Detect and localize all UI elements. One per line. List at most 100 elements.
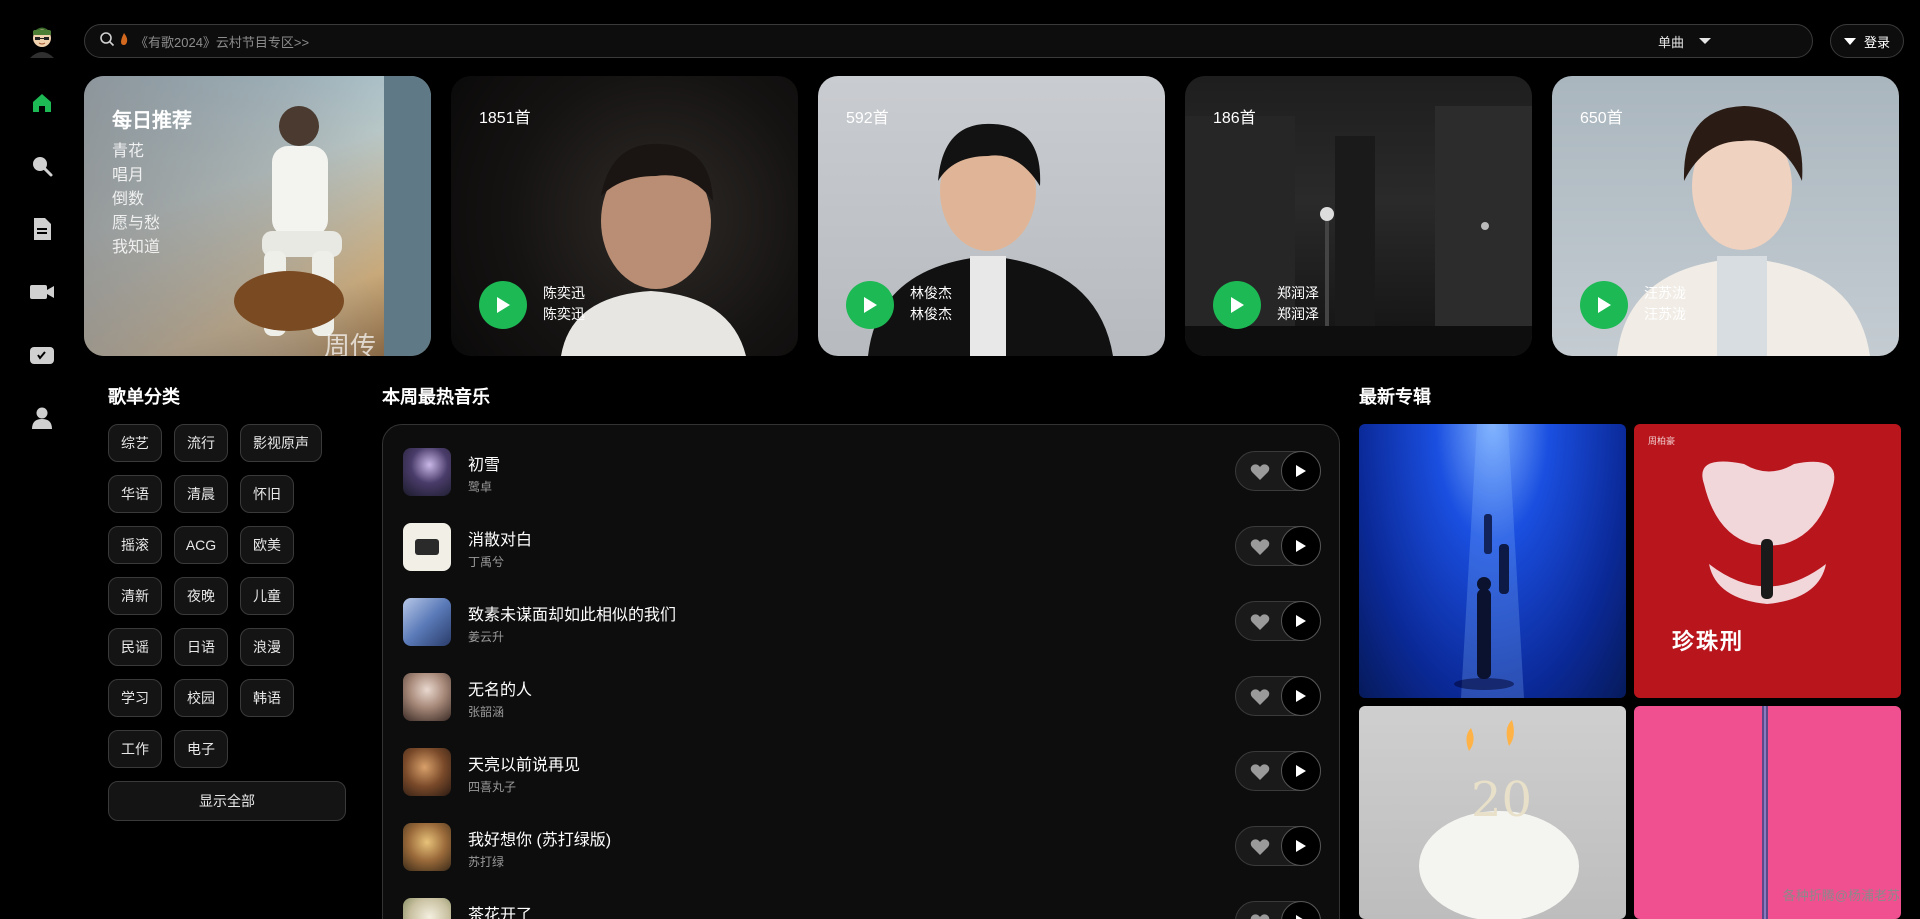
heart-icon[interactable] [1250,837,1270,857]
category-tag[interactable]: 华语 [108,475,162,513]
category-tag[interactable]: 怀旧 [240,475,294,513]
play-button[interactable] [1580,281,1628,329]
home-icon[interactable] [27,88,57,118]
category-tag[interactable]: 流行 [174,424,228,462]
artist-card[interactable]: 1851首 陈奕迅 陈奕迅 [451,76,798,356]
artist-card[interactable]: 650首 汪苏泷 汪苏泷 [1552,76,1899,356]
album-small-text: 周柏豪 [1648,436,1676,446]
song-artist: 张韶涵 [468,705,505,719]
daily-song: 青花 [112,143,145,160]
search-icon[interactable] [27,151,57,181]
heart-icon[interactable] [1250,762,1270,782]
album-art [1702,461,1835,604]
play-button[interactable] [1281,601,1321,641]
play-button[interactable] [1281,901,1321,919]
heart-icon[interactable] [1250,912,1270,919]
song-cover [403,673,451,721]
song-count: 1851首 [479,110,531,127]
song-title: 初雪 [468,457,501,474]
song-count: 592首 [846,110,889,127]
video-icon[interactable] [27,277,57,307]
category-tag[interactable]: 综艺 [108,424,162,462]
artist-name: 郑润泽 [1277,306,1319,322]
artist-card[interactable]: 592首 林俊杰 林俊杰 [818,76,1165,356]
song-actions [1235,676,1321,716]
song-row[interactable]: 初雪 鹭卓 [403,441,1321,501]
heart-icon[interactable] [1250,612,1270,632]
category-tag[interactable]: 校园 [174,679,228,717]
daily-song: 我知道 [112,239,161,256]
show-all-button[interactable]: 显示全部 [108,781,346,821]
profile-icon[interactable] [27,403,57,433]
radio-icon[interactable] [27,340,57,370]
song-row[interactable]: 无名的人 张韶涵 [403,666,1321,726]
category-tag[interactable]: 浪漫 [240,628,294,666]
song-row[interactable]: 致素未谋面却如此相似的我们 姜云升 [403,591,1321,651]
song-cover [403,823,451,871]
albums-title: 最新专辑 [1359,387,1431,407]
song-title: 致素未谋面却如此相似的我们 [468,607,677,624]
category-tag[interactable]: 韩语 [240,679,294,717]
album-art: 20 [1419,720,1579,919]
category-tag[interactable]: 学习 [108,679,162,717]
heart-icon[interactable] [1250,537,1270,557]
watermark: 各种折腾@杨浦老苏 [1782,888,1900,903]
song-cover [403,748,451,796]
category-tag[interactable]: 日语 [174,628,228,666]
login-button[interactable]: 登录 [1830,24,1904,58]
song-artist: 四喜丸子 [468,780,517,794]
song-row[interactable]: 我好想你 (苏打绿版) 苏打绿 [403,816,1321,876]
play-button[interactable] [1281,676,1321,716]
daily-song-list: 青花 唱月 倒数 愿与愁 我知道 [112,140,160,260]
album-cover[interactable]: 周柏豪 珍珠刑 [1634,424,1901,698]
user-avatar[interactable] [26,24,58,60]
song-actions [1235,526,1321,566]
category-tag[interactable]: 电子 [174,730,228,768]
category-tag[interactable]: ACG [174,526,228,564]
heart-icon[interactable] [1250,462,1270,482]
artist-card[interactable]: 186首 郑润泽 郑润泽 [1185,76,1532,356]
daily-song: 唱月 [112,167,145,184]
search-bar[interactable]: 《有歌2024》云村节目专区>> 单曲 [84,24,1813,58]
category-tag[interactable]: 清晨 [174,475,228,513]
album-name: 珍珠刑 [1672,629,1745,654]
play-button[interactable] [1281,751,1321,791]
category-tag[interactable]: 民谣 [108,628,162,666]
category-tag[interactable]: 摇滚 [108,526,162,564]
sidebar [0,0,84,919]
song-row[interactable]: 消散对白 丁禹兮 [403,516,1321,576]
play-button[interactable] [1281,526,1321,566]
search-type-select[interactable]: 单曲 [1658,25,1712,57]
play-button[interactable] [1281,451,1321,491]
play-button[interactable] [479,281,527,329]
login-label: 登录 [1863,34,1890,50]
playlist-icon[interactable] [27,214,57,244]
song-row[interactable]: 茶花开了 [403,891,1321,919]
play-button[interactable] [846,281,894,329]
song-title: 天亮以前说再见 [468,757,581,774]
chevron-down-icon [1843,34,1856,49]
artist-name: 陈奕迅 [543,306,585,322]
category-tag[interactable]: 儿童 [240,577,294,615]
album-cover[interactable] [1359,424,1626,698]
artist-name: 陈奕迅 [543,285,585,301]
song-title: 我好想你 (苏打绿版) [468,832,612,849]
search-type-label: 单曲 [1657,34,1684,50]
search-placeholder: 《有歌2024》云村节目专区>> [135,34,310,50]
song-artist: 鹭卓 [468,480,493,494]
album-art [1454,424,1524,698]
song-actions [1235,901,1321,919]
category-tag[interactable]: 影视原声 [240,424,322,462]
category-tag[interactable]: 清新 [108,577,162,615]
song-cover [403,523,451,571]
play-button[interactable] [1281,826,1321,866]
daily-recommend-card[interactable]: 周传 每日推荐 青花 唱月 倒数 愿与愁 我知道 [84,76,431,356]
album-cover[interactable]: 20 [1359,706,1626,919]
song-row[interactable]: 天亮以前说再见 四喜丸子 [403,741,1321,801]
play-button[interactable] [1213,281,1261,329]
song-cover [403,448,451,496]
category-tag[interactable]: 欧美 [240,526,294,564]
category-tag[interactable]: 夜晚 [174,577,228,615]
category-tag[interactable]: 工作 [108,730,162,768]
heart-icon[interactable] [1250,687,1270,707]
